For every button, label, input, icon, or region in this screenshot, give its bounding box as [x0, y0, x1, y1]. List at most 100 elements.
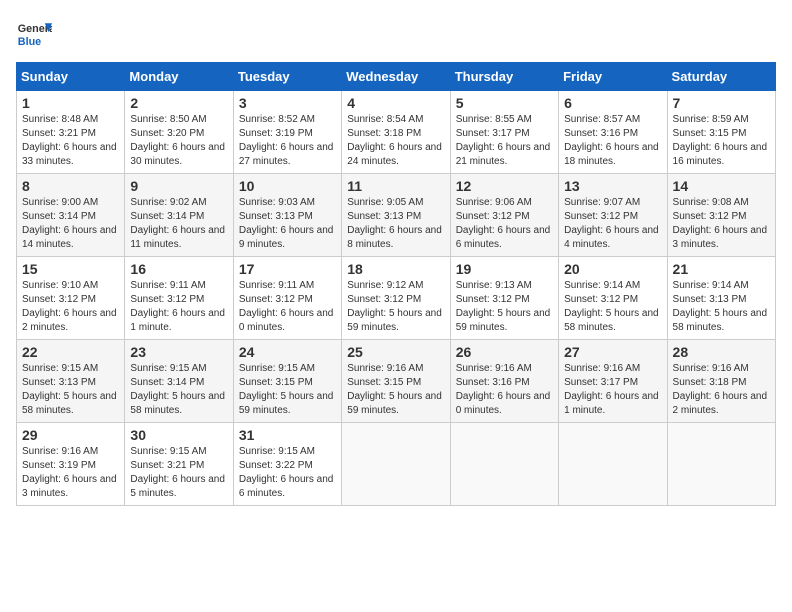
- day-info: Sunrise: 8:57 AMSunset: 3:16 PMDaylight:…: [564, 113, 661, 169]
- calendar-day-cell: 29 Sunrise: 9:16 AMSunset: 3:19 PMDayligh…: [17, 423, 125, 506]
- weekday-header: Thursday: [450, 63, 558, 91]
- day-info: Sunrise: 8:59 AMSunset: 3:15 PMDaylight:…: [673, 113, 770, 169]
- calendar-day-cell: 26 Sunrise: 9:16 AMSunset: 3:16 PMDayligh…: [450, 340, 558, 423]
- day-info: Sunrise: 9:15 AMSunset: 3:13 PMDaylight:…: [22, 362, 119, 418]
- day-number: 31: [239, 427, 336, 443]
- calendar-day-cell: 16 Sunrise: 9:11 AMSunset: 3:12 PMDayligh…: [125, 257, 233, 340]
- calendar-week-row: 8 Sunrise: 9:00 AMSunset: 3:14 PMDaylight…: [17, 174, 776, 257]
- calendar-header-row: SundayMondayTuesdayWednesdayThursdayFrid…: [17, 63, 776, 91]
- calendar-week-row: 29 Sunrise: 9:16 AMSunset: 3:19 PMDayligh…: [17, 423, 776, 506]
- calendar-day-cell: 7 Sunrise: 8:59 AMSunset: 3:15 PMDaylight…: [667, 91, 775, 174]
- day-number: 22: [22, 344, 119, 360]
- day-info: Sunrise: 8:48 AMSunset: 3:21 PMDaylight:…: [22, 113, 119, 169]
- calendar-day-cell: 4 Sunrise: 8:54 AMSunset: 3:18 PMDaylight…: [342, 91, 450, 174]
- calendar-day-cell: 15 Sunrise: 9:10 AMSunset: 3:12 PMDayligh…: [17, 257, 125, 340]
- day-info: Sunrise: 9:16 AMSunset: 3:17 PMDaylight:…: [564, 362, 661, 418]
- day-number: 28: [673, 344, 770, 360]
- day-info: Sunrise: 8:52 AMSunset: 3:19 PMDaylight:…: [239, 113, 336, 169]
- day-number: 6: [564, 95, 661, 111]
- day-number: 7: [673, 95, 770, 111]
- day-info: Sunrise: 9:16 AMSunset: 3:18 PMDaylight:…: [673, 362, 770, 418]
- calendar-day-cell: [450, 423, 558, 506]
- day-number: 3: [239, 95, 336, 111]
- day-number: 15: [22, 261, 119, 277]
- calendar-day-cell: 27 Sunrise: 9:16 AMSunset: 3:17 PMDayligh…: [559, 340, 667, 423]
- calendar-day-cell: 14Sunrise: 9:08 AMSunset: 3:12 PMDayligh…: [667, 174, 775, 257]
- day-info: Sunrise: 9:14 AMSunset: 3:12 PMDaylight:…: [564, 279, 661, 335]
- day-info: Sunrise: 9:13 AMSunset: 3:12 PMDaylight:…: [456, 279, 553, 335]
- calendar-day-cell: 24Sunrise: 9:15 AMSunset: 3:15 PMDayligh…: [233, 340, 341, 423]
- day-number: 4: [347, 95, 444, 111]
- calendar-day-cell: 9Sunrise: 9:02 AMSunset: 3:14 PMDaylight…: [125, 174, 233, 257]
- weekday-header: Monday: [125, 63, 233, 91]
- day-info: Sunrise: 9:14 AMSunset: 3:13 PMDaylight:…: [673, 279, 770, 335]
- day-info: Sunrise: 8:55 AMSunset: 3:17 PMDaylight:…: [456, 113, 553, 169]
- calendar-day-cell: 6 Sunrise: 8:57 AMSunset: 3:16 PMDaylight…: [559, 91, 667, 174]
- day-number: 30: [130, 427, 227, 443]
- weekday-header: Friday: [559, 63, 667, 91]
- day-number: 8: [22, 178, 119, 194]
- day-number: 17: [239, 261, 336, 277]
- day-info: Sunrise: 9:06 AMSunset: 3:12 PMDaylight:…: [456, 196, 553, 252]
- calendar-day-cell: 22 Sunrise: 9:15 AMSunset: 3:13 PMDayligh…: [17, 340, 125, 423]
- calendar-week-row: 1Sunrise: 8:48 AMSunset: 3:21 PMDaylight…: [17, 91, 776, 174]
- calendar-day-cell: [342, 423, 450, 506]
- calendar-day-cell: 28 Sunrise: 9:16 AMSunset: 3:18 PMDayligh…: [667, 340, 775, 423]
- day-info: Sunrise: 9:11 AMSunset: 3:12 PMDaylight:…: [130, 279, 227, 335]
- calendar-week-row: 22 Sunrise: 9:15 AMSunset: 3:13 PMDayligh…: [17, 340, 776, 423]
- day-number: 20: [564, 261, 661, 277]
- logo: General Blue: [16, 16, 52, 52]
- day-number: 27: [564, 344, 661, 360]
- calendar-day-cell: 3 Sunrise: 8:52 AMSunset: 3:19 PMDaylight…: [233, 91, 341, 174]
- calendar-day-cell: 18 Sunrise: 9:12 AMSunset: 3:12 PMDayligh…: [342, 257, 450, 340]
- day-number: 23: [130, 344, 227, 360]
- day-info: Sunrise: 9:07 AMSunset: 3:12 PMDaylight:…: [564, 196, 661, 252]
- day-number: 16: [130, 261, 227, 277]
- day-info: Sunrise: 9:15 AMSunset: 3:21 PMDaylight:…: [130, 445, 227, 501]
- calendar-day-cell: 20 Sunrise: 9:14 AMSunset: 3:12 PMDayligh…: [559, 257, 667, 340]
- day-info: Sunrise: 9:15 AMSunset: 3:22 PMDaylight:…: [239, 445, 336, 501]
- day-info: Sunrise: 9:12 AMSunset: 3:12 PMDaylight:…: [347, 279, 444, 335]
- day-info: Sunrise: 9:08 AMSunset: 3:12 PMDaylight:…: [673, 196, 770, 252]
- svg-text:Blue: Blue: [18, 36, 41, 48]
- logo-icon: General Blue: [16, 16, 52, 52]
- calendar-day-cell: 5 Sunrise: 8:55 AMSunset: 3:17 PMDaylight…: [450, 91, 558, 174]
- weekday-header: Tuesday: [233, 63, 341, 91]
- calendar-week-row: 15 Sunrise: 9:10 AMSunset: 3:12 PMDayligh…: [17, 257, 776, 340]
- day-info: Sunrise: 9:10 AMSunset: 3:12 PMDaylight:…: [22, 279, 119, 335]
- calendar-day-cell: 13 Sunrise: 9:07 AMSunset: 3:12 PMDayligh…: [559, 174, 667, 257]
- day-info: Sunrise: 9:11 AMSunset: 3:12 PMDaylight:…: [239, 279, 336, 335]
- day-number: 13: [564, 178, 661, 194]
- calendar-day-cell: 30 Sunrise: 9:15 AMSunset: 3:21 PMDayligh…: [125, 423, 233, 506]
- day-info: Sunrise: 9:16 AMSunset: 3:15 PMDaylight:…: [347, 362, 444, 418]
- calendar-day-cell: 31 Sunrise: 9:15 AMSunset: 3:22 PMDayligh…: [233, 423, 341, 506]
- day-number: 9: [130, 178, 227, 194]
- calendar-day-cell: 1Sunrise: 8:48 AMSunset: 3:21 PMDaylight…: [17, 91, 125, 174]
- calendar-day-cell: 17 Sunrise: 9:11 AMSunset: 3:12 PMDayligh…: [233, 257, 341, 340]
- calendar-table: SundayMondayTuesdayWednesdayThursdayFrid…: [16, 62, 776, 506]
- day-number: 29: [22, 427, 119, 443]
- day-number: 18: [347, 261, 444, 277]
- day-info: Sunrise: 9:16 AMSunset: 3:19 PMDaylight:…: [22, 445, 119, 501]
- day-number: 21: [673, 261, 770, 277]
- day-number: 26: [456, 344, 553, 360]
- calendar-day-cell: 2Sunrise: 8:50 AMSunset: 3:20 PMDaylight…: [125, 91, 233, 174]
- calendar-day-cell: 8 Sunrise: 9:00 AMSunset: 3:14 PMDaylight…: [17, 174, 125, 257]
- day-info: Sunrise: 9:00 AMSunset: 3:14 PMDaylight:…: [22, 196, 119, 252]
- day-number: 2: [130, 95, 227, 111]
- calendar-day-cell: 10Sunrise: 9:03 AMSunset: 3:13 PMDayligh…: [233, 174, 341, 257]
- day-info: Sunrise: 9:16 AMSunset: 3:16 PMDaylight:…: [456, 362, 553, 418]
- day-number: 24: [239, 344, 336, 360]
- calendar-day-cell: 11Sunrise: 9:05 AMSunset: 3:13 PMDayligh…: [342, 174, 450, 257]
- day-info: Sunrise: 9:15 AMSunset: 3:14 PMDaylight:…: [130, 362, 227, 418]
- calendar-day-cell: 21 Sunrise: 9:14 AMSunset: 3:13 PMDayligh…: [667, 257, 775, 340]
- page-header: General Blue: [16, 16, 776, 52]
- calendar-day-cell: 23 Sunrise: 9:15 AMSunset: 3:14 PMDayligh…: [125, 340, 233, 423]
- calendar-day-cell: 25Sunrise: 9:16 AMSunset: 3:15 PMDayligh…: [342, 340, 450, 423]
- day-info: Sunrise: 8:54 AMSunset: 3:18 PMDaylight:…: [347, 113, 444, 169]
- calendar-day-cell: 12Sunrise: 9:06 AMSunset: 3:12 PMDayligh…: [450, 174, 558, 257]
- calendar-day-cell: [667, 423, 775, 506]
- day-number: 11: [347, 178, 444, 194]
- day-number: 5: [456, 95, 553, 111]
- weekday-header: Wednesday: [342, 63, 450, 91]
